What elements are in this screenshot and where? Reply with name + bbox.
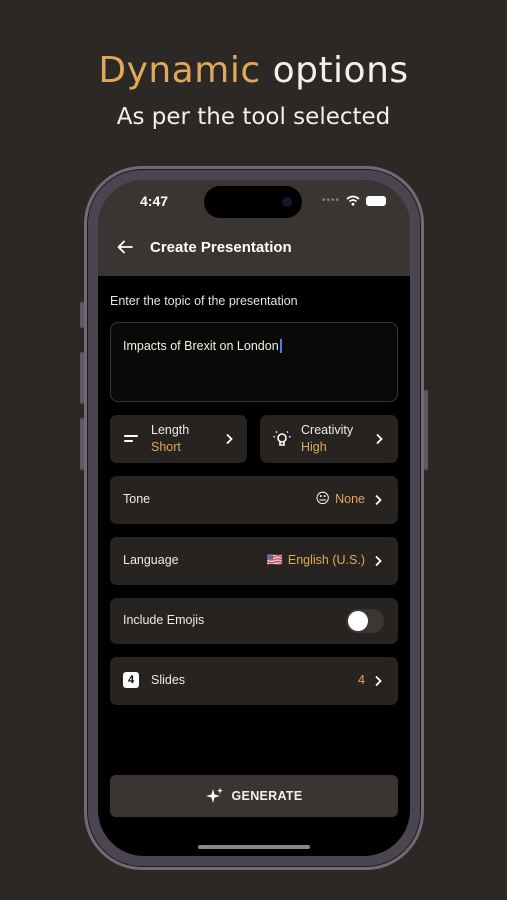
topic-label: Enter the topic of the presentation bbox=[110, 294, 298, 308]
text-caret bbox=[279, 338, 282, 353]
wifi-icon bbox=[346, 195, 360, 206]
length-option[interactable]: Length Short bbox=[110, 415, 247, 463]
chevron-right-icon bbox=[376, 433, 383, 445]
battery-icon bbox=[366, 195, 386, 206]
chevron-right-icon bbox=[226, 433, 233, 445]
tone-option[interactable]: Tone 😐 None bbox=[110, 476, 398, 524]
dynamic-island bbox=[204, 186, 302, 218]
creativity-label: Creativity bbox=[301, 423, 354, 437]
slides-option[interactable]: 4 Slides 4 bbox=[110, 657, 398, 705]
topic-input[interactable]: Impacts of Brexit on London bbox=[110, 322, 398, 402]
lines-icon bbox=[124, 435, 138, 442]
number-four-icon: 4 bbox=[123, 672, 139, 688]
signal-dots-icon: •••• bbox=[321, 195, 340, 206]
home-indicator[interactable] bbox=[198, 845, 310, 849]
camera-icon bbox=[282, 197, 292, 207]
language-value: English (U.S.) bbox=[287, 553, 365, 567]
headline-rest: options bbox=[272, 50, 409, 91]
phone-screen: 4:47 •••• Create Presentation Enter the … bbox=[98, 180, 410, 856]
sparkles-icon bbox=[205, 787, 223, 803]
status-icons: •••• bbox=[322, 195, 386, 206]
language-label: Language bbox=[123, 553, 179, 567]
phone-side-button bbox=[80, 352, 84, 404]
phone-side-button bbox=[80, 418, 84, 470]
slides-value: 4 bbox=[358, 673, 365, 687]
creativity-option[interactable]: Creativity High bbox=[260, 415, 398, 463]
neutral-face-emoji: 😐 bbox=[315, 490, 330, 506]
chevron-right-icon bbox=[375, 494, 382, 506]
length-value: Short bbox=[151, 440, 181, 454]
page-title: Create Presentation bbox=[150, 238, 292, 256]
length-label: Length bbox=[151, 423, 190, 437]
topic-input-value: Impacts of Brexit on London bbox=[123, 339, 279, 353]
bulb-icon bbox=[273, 431, 291, 446]
phone-side-button bbox=[424, 390, 428, 470]
generate-label: GENERATE bbox=[231, 789, 303, 803]
chevron-right-icon bbox=[375, 675, 382, 687]
arrow-left-icon[interactable] bbox=[116, 238, 134, 256]
promo-subheadline: As per the tool selected bbox=[116, 104, 391, 130]
status-time: 4:47 bbox=[140, 193, 169, 209]
tone-label: Tone bbox=[123, 492, 151, 506]
tone-value: None bbox=[335, 492, 365, 506]
slides-label: Slides bbox=[151, 673, 186, 687]
headline-accent: Dynamic bbox=[98, 50, 261, 91]
app-header: 4:47 •••• Create Presentation bbox=[98, 180, 410, 276]
generate-button[interactable]: GENERATE bbox=[110, 775, 398, 817]
phone-side-button bbox=[80, 302, 84, 328]
promo-headline: Dynamic options bbox=[0, 50, 507, 91]
language-option[interactable]: Language 🇺🇸 English (U.S.) bbox=[110, 537, 398, 585]
emojis-toggle[interactable] bbox=[346, 609, 384, 633]
chevron-right-icon bbox=[375, 555, 382, 567]
us-flag-emoji: 🇺🇸 bbox=[266, 552, 283, 567]
toggle-knob bbox=[348, 611, 368, 631]
emojis-label: Include Emojis bbox=[123, 613, 205, 627]
creativity-value: High bbox=[301, 440, 327, 454]
emojis-option: Include Emojis bbox=[110, 598, 398, 644]
